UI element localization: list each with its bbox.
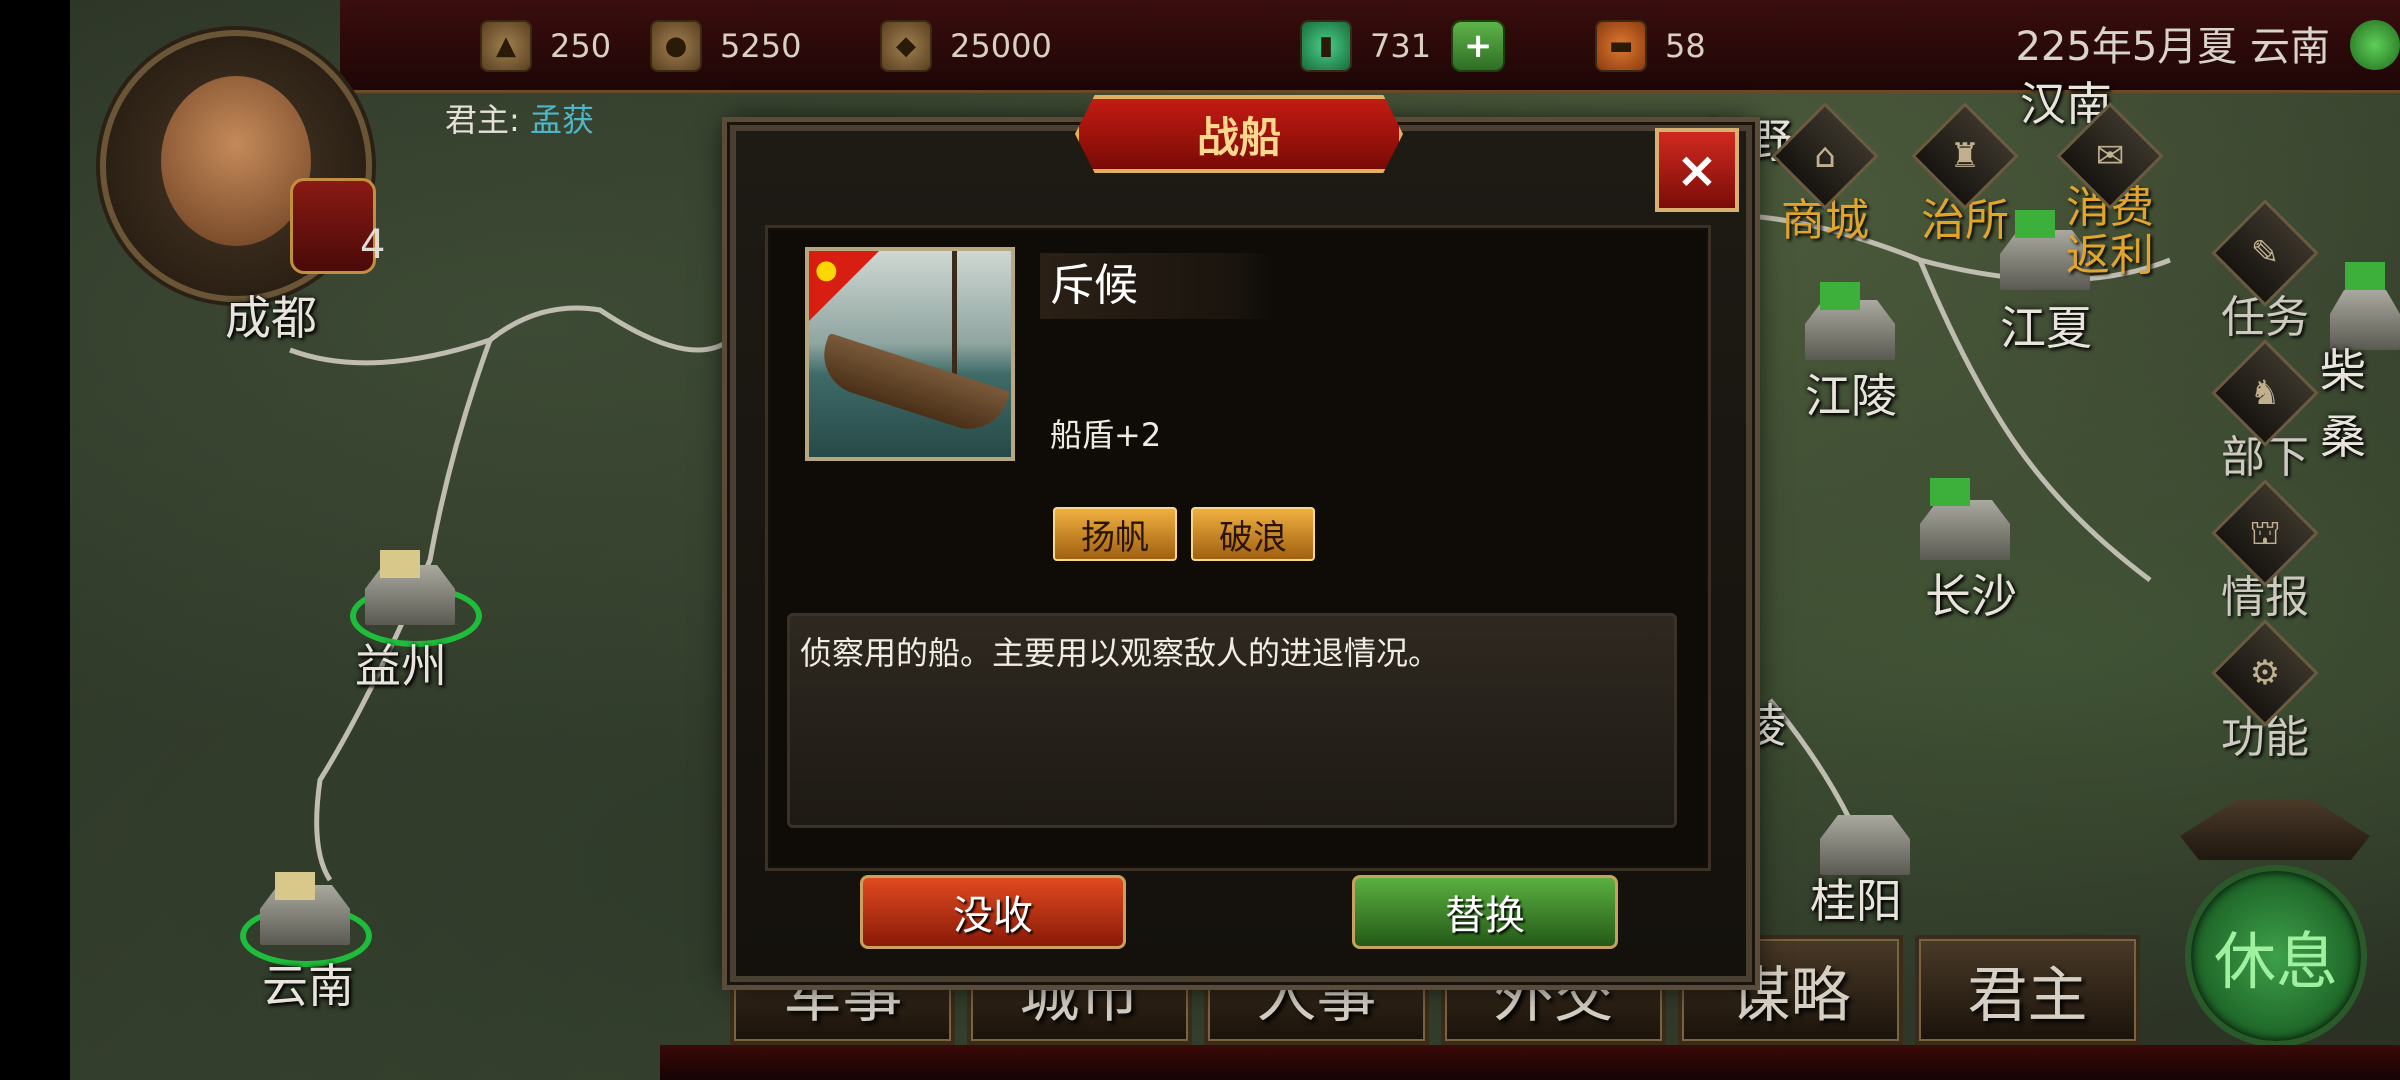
lord-label: 君主: 孟获 bbox=[445, 101, 594, 139]
skill-button-wave[interactable]: 破浪 bbox=[1191, 507, 1315, 561]
flag-icon bbox=[1930, 478, 1970, 506]
tab-lord[interactable]: 君主 bbox=[1915, 935, 2140, 1045]
ship-description: 侦察用的船。主要用以观察敌人的进退情况。 bbox=[787, 613, 1677, 828]
ship-image: ● bbox=[805, 247, 1015, 461]
close-button[interactable]: × bbox=[1655, 128, 1739, 212]
add-jade-button[interactable]: + bbox=[1451, 20, 1506, 72]
flag-icon bbox=[1820, 282, 1860, 310]
city-label-yunnan[interactable]: 云南 bbox=[262, 950, 354, 1016]
city-label-chengdu[interactable]: 成都 bbox=[225, 282, 317, 348]
date-region-label: 225年5月夏 云南 bbox=[2015, 24, 2330, 70]
rest-button[interactable]: 休息 bbox=[2185, 865, 2367, 1047]
flag-icon bbox=[2015, 210, 2055, 238]
coin-sack-icon: ● bbox=[650, 20, 702, 72]
grain-sack-icon: ▲ bbox=[480, 20, 532, 72]
functions-menu[interactable]: ⚙ 功能 bbox=[2210, 619, 2320, 765]
flag-icon bbox=[380, 550, 420, 578]
lord-name: 孟获 bbox=[529, 101, 594, 139]
city-label-chaisang[interactable]: 柴桑 bbox=[2320, 335, 2400, 467]
flag-icon bbox=[2345, 262, 2385, 290]
troops-resource: ◆ 25000 bbox=[880, 18, 1052, 74]
jade-icon: ▮ bbox=[1300, 20, 1352, 72]
troops-icon: ◆ bbox=[880, 20, 932, 72]
government-menu[interactable]: ♜ 治所 bbox=[1910, 102, 2020, 248]
order-token-icon: ▬ bbox=[1595, 20, 1647, 72]
city-label-changsha[interactable]: 长沙 bbox=[1925, 560, 2017, 626]
skill-button-sail[interactable]: 扬帆 bbox=[1053, 507, 1177, 561]
dialog-title: 战船 bbox=[1075, 95, 1403, 173]
city-icon[interactable] bbox=[1920, 500, 2010, 560]
grain-resource: ▲ 250 bbox=[480, 18, 611, 74]
subordinates-menu[interactable]: ♞ 部下 bbox=[2210, 339, 2320, 485]
replace-button[interactable]: 替换 bbox=[1352, 875, 1618, 949]
city-label-guiyang[interactable]: 桂阳 bbox=[1810, 865, 1902, 931]
lord-badge-count: 4 bbox=[360, 222, 386, 268]
city-label-jiangling[interactable]: 江陵 bbox=[1805, 360, 1897, 426]
city-label-jiangxia[interactable]: 江夏 bbox=[2000, 292, 2092, 358]
hull-shape bbox=[813, 332, 1011, 440]
jade-resource: ▮ 731 + bbox=[1300, 18, 1506, 74]
ship-name: 斥候 bbox=[1040, 253, 1270, 319]
confiscate-button[interactable]: 没收 bbox=[860, 875, 1126, 949]
city-label-yizhou[interactable]: 益州 bbox=[355, 630, 447, 696]
globe-icon[interactable] bbox=[2350, 20, 2400, 70]
tasks-menu[interactable]: ✎ 任务 bbox=[2210, 199, 2320, 345]
person-tag-icon: ● bbox=[809, 251, 879, 321]
bottom-strip bbox=[660, 1045, 2400, 1080]
ship-stat: 船盾+2 bbox=[1050, 416, 1162, 454]
order-token-resource: ▬ 58 bbox=[1595, 18, 1706, 74]
shop-menu[interactable]: ⌂ 商城 bbox=[1770, 102, 1880, 248]
coin-resource: ● 5250 bbox=[650, 18, 801, 74]
flag-icon bbox=[275, 872, 315, 900]
rebate-menu[interactable]: ✉ 消费 返利 bbox=[2055, 102, 2165, 280]
left-black-bar bbox=[0, 0, 70, 1080]
intel-menu[interactable]: ⛫ 情报 bbox=[2210, 479, 2320, 625]
lord-face-avatar bbox=[161, 76, 311, 246]
